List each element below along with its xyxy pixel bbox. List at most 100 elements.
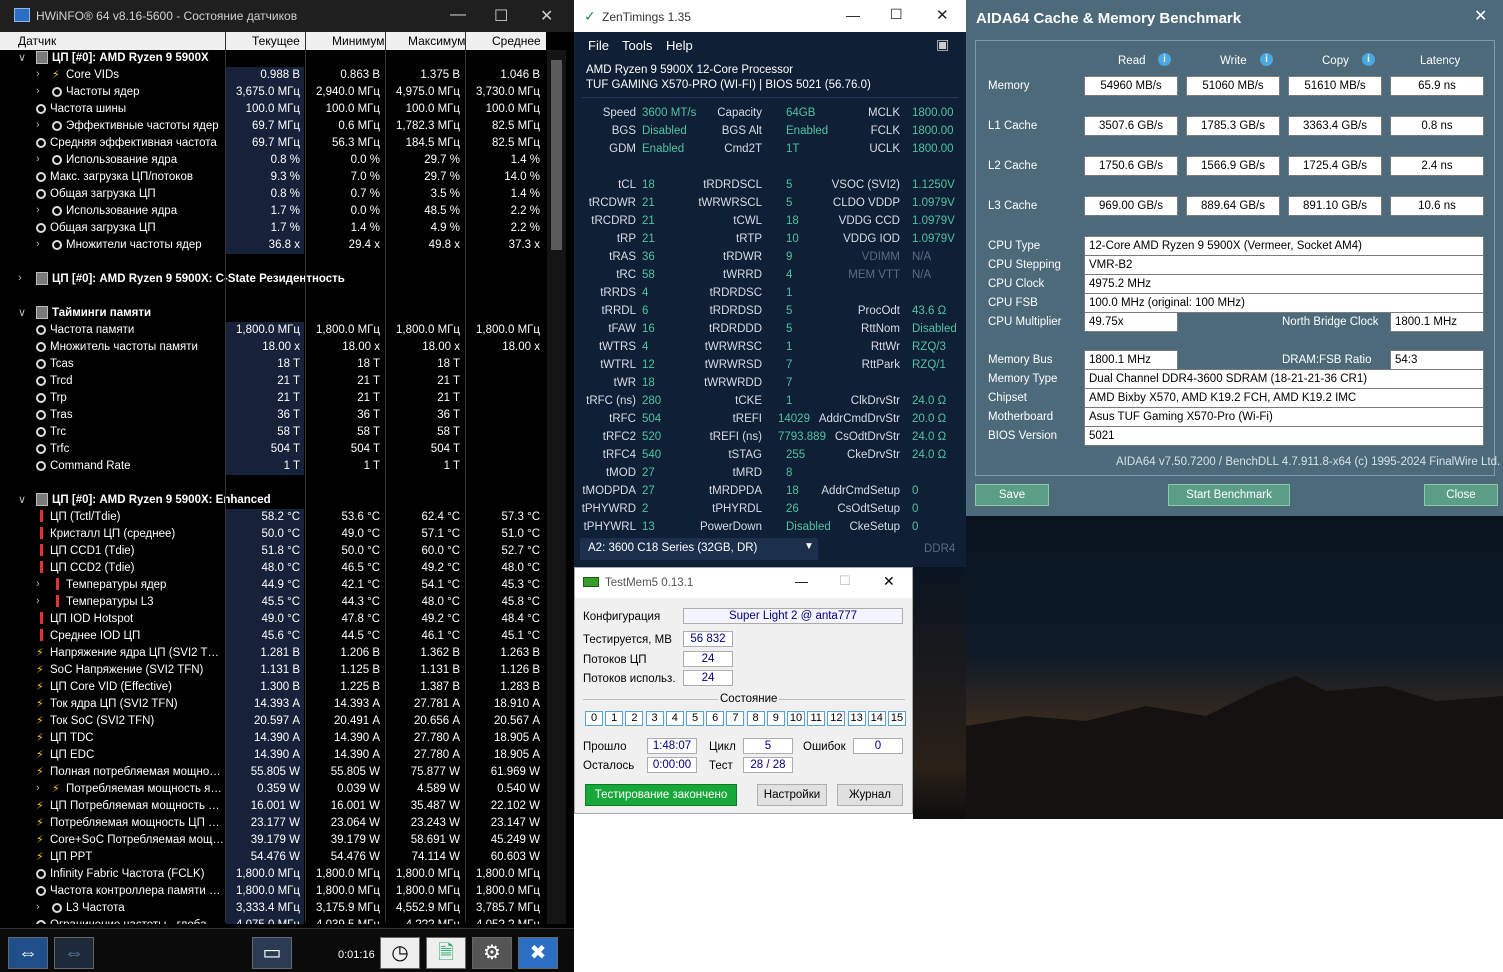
sensor-avg: 1.126 В [500, 664, 540, 676]
sensor-max: 29.7 % [424, 154, 460, 166]
sensor-max: 48.5 % [424, 205, 460, 217]
bench-value: 3507.6 GB/s [1084, 116, 1178, 136]
expand-chevron-icon[interactable]: › [36, 85, 40, 97]
timing-label: tMOD [605, 467, 636, 479]
errors-value: 0 [853, 738, 903, 754]
voltage-bolt-icon: ⚡ [36, 800, 44, 812]
expand-chevron-icon[interactable]: › [18, 272, 22, 284]
dimm-select[interactable]: A2: 3600 C18 Series (32GB, DR) ▼ [580, 538, 818, 560]
motherboard-value: Asus TUF Gaming X570-Pro (Wi-Fi) [1084, 407, 1484, 427]
sensor-avg: 0.540 W [497, 783, 540, 795]
sensor-name: Ток SoC (SVI2 TFN) [50, 715, 155, 727]
voltage-bolt-icon: ⚡ [52, 69, 60, 81]
testmem5-titlebar[interactable]: TestMem5 0.13.1 — ☐ ✕ [575, 568, 912, 598]
close-icon[interactable]: ✕ [883, 573, 895, 590]
sensor-name: Полная потребляемая мощност… [50, 766, 224, 778]
sensor-max: 4,552.9 МГц [396, 902, 460, 914]
clock-icon [52, 85, 64, 98]
sensor-avg: 48.4 °C [501, 613, 540, 625]
timing-label: tRDRDSCL [703, 179, 762, 191]
network-icon[interactable]: ▭ [252, 937, 292, 969]
thread-state-cell: 3 [645, 711, 664, 726]
sensor-name: Общая загрузка ЦП [50, 188, 156, 200]
close-button[interactable]: Close [1424, 484, 1498, 506]
clock-icon [36, 425, 48, 438]
expand-chevron-icon[interactable]: ∨ [18, 306, 26, 319]
minimize-icon[interactable]: — [450, 6, 466, 24]
save-button[interactable]: Save [975, 484, 1049, 506]
settings-gear-icon[interactable]: ⚙ [472, 937, 512, 969]
sensor-current: 48.0 °C [261, 562, 300, 574]
col-sensor[interactable]: Датчик [18, 34, 56, 48]
voltage-bolt-icon: ⚡ [52, 783, 60, 795]
info-icon[interactable]: i [1362, 53, 1375, 66]
col-current[interactable]: Текущее [252, 34, 300, 48]
nav-arrows-icon[interactable]: ⇔ [8, 937, 48, 969]
sensor-min: 55.805 W [330, 766, 380, 778]
timing-label: tWRWRSC [704, 341, 762, 353]
col-avg[interactable]: Среднее [492, 34, 541, 48]
expand-chevron-icon[interactable]: › [36, 901, 40, 913]
threads-label: Потоков ЦП [583, 654, 647, 666]
sensor-list-scrollbar[interactable] [547, 50, 566, 924]
col-header-copy: Copy [1322, 55, 1349, 67]
expand-chevron-icon[interactable]: › [36, 204, 40, 216]
clock-icon[interactable]: ◷ [380, 937, 420, 969]
nav-arrows-dim-icon[interactable]: ⇔ [54, 937, 94, 969]
cycle-label: Цикл [709, 741, 736, 753]
nb-clock-label: North Bridge Clock [1282, 316, 1379, 328]
timing-label: BGS Alt [721, 125, 762, 137]
start-benchmark-button[interactable]: Start Benchmark [1168, 484, 1290, 506]
sensor-current: 20.597 А [253, 715, 300, 727]
timing-label: AddrCmdDrvStr [818, 413, 900, 425]
sensor-current: 0.359 W [257, 783, 300, 795]
sensor-min: 0.0 % [350, 205, 380, 217]
timing-value: Enabled [642, 143, 685, 155]
bench-value: 1725.4 GB/s [1288, 156, 1382, 176]
info-icon[interactable]: i [1260, 53, 1273, 66]
timing-label: UCLK [869, 143, 900, 155]
sensor-name: Command Rate [50, 460, 131, 472]
col-max[interactable]: Максимум [408, 34, 465, 48]
clock-icon [36, 459, 48, 472]
expand-chevron-icon[interactable]: › [36, 238, 40, 250]
expand-chevron-icon[interactable]: › [36, 782, 40, 794]
timing-label: tWTRS [598, 341, 636, 353]
sensor-min: 21 T [357, 392, 380, 404]
timing-value: 1 [786, 287, 793, 299]
sensor-current: 58 T [277, 426, 300, 438]
col-min[interactable]: Минимум [332, 34, 385, 48]
expand-chevron-icon[interactable]: › [36, 68, 40, 80]
settings-button[interactable]: Настройки [757, 784, 827, 806]
sensor-name: Частота памяти [50, 324, 135, 336]
maximize-icon[interactable]: ☐ [839, 573, 851, 589]
dimm-select-value: A2: 3600 C18 Series (32GB, DR) [588, 542, 758, 554]
timing-label: MEM VTT [848, 269, 900, 281]
sensor-avg: 48.0 °C [501, 562, 540, 574]
sensor-current: 58.2 °C [261, 511, 300, 523]
expand-chevron-icon[interactable]: › [36, 578, 40, 590]
minimize-icon[interactable]: — [795, 574, 808, 589]
thread-state-cell: 8 [746, 711, 765, 726]
sensor-avg: 82.5 МГц [492, 120, 540, 132]
bench-value: 1566.9 GB/s [1186, 156, 1280, 176]
expand-chevron-icon[interactable]: ∨ [18, 493, 26, 506]
expand-chevron-icon[interactable]: › [36, 119, 40, 131]
expand-chevron-icon[interactable]: ∨ [18, 51, 26, 64]
close-icon[interactable]: ✕ [540, 6, 553, 26]
expand-chevron-icon[interactable]: › [36, 595, 40, 607]
hwinfo-titlebar[interactable]: HWiNFO® 64 v8.16-5600 - Состояние датчик… [0, 0, 574, 32]
expand-chevron-icon[interactable]: › [36, 153, 40, 165]
scrollbar-thumb[interactable] [551, 60, 562, 250]
timing-value: 1.0979V [912, 197, 955, 209]
log-button[interactable]: Журнал [837, 784, 903, 806]
report-icon[interactable]: 🗎 [426, 937, 466, 969]
sensor-avg: 61.969 W [490, 766, 540, 778]
timing-label: tRFC [609, 413, 636, 425]
close-x-icon[interactable]: ✖ [518, 937, 558, 969]
config-value[interactable]: Super Light 2 @ anta777 [683, 608, 903, 624]
maximize-icon[interactable]: ☐ [494, 6, 508, 26]
status-button[interactable]: Тестирование закончено [585, 784, 737, 806]
info-icon[interactable]: i [1158, 53, 1171, 66]
timing-value: 0 [912, 503, 919, 515]
